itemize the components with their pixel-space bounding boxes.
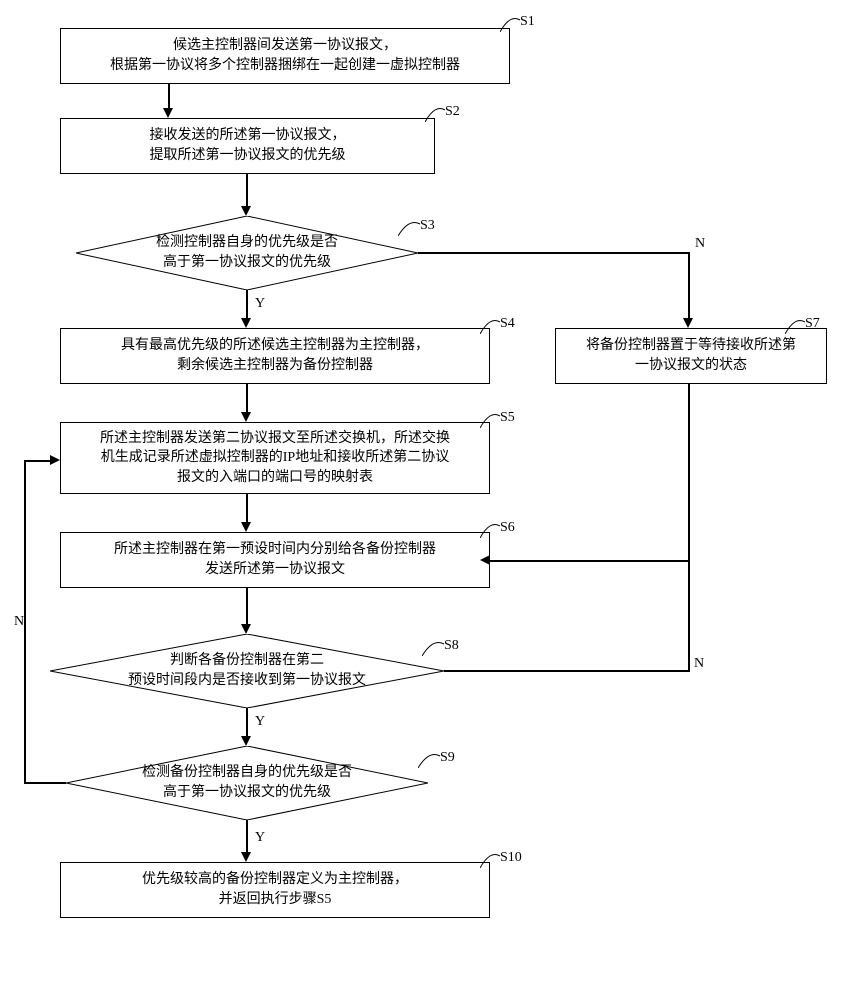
step-s5-text: 所述主控制器发送第二协议报文至所述交换机，所述交换 机生成记录所述虚拟控制器的I… bbox=[100, 429, 450, 488]
step-s8-text: 判断各备份控制器在第二 预设时间段内是否接收到第一协议报文 bbox=[128, 651, 366, 690]
step-s6-text: 所述主控制器在第一预设时间内分别给各备份控制器 发送所述第一协议报文 bbox=[114, 540, 436, 579]
tick-s4 bbox=[480, 316, 500, 334]
step-s10-label: S10 bbox=[500, 850, 522, 866]
arrowhead-s2-s3 bbox=[241, 206, 251, 216]
arrow-s8-no-v bbox=[688, 560, 690, 672]
arrow-s1-s2 bbox=[168, 84, 170, 110]
step-s3-text: 检测控制器自身的优先级是否 高于第一协议报文的优先级 bbox=[156, 233, 338, 272]
arrow-s5-s6 bbox=[246, 494, 248, 524]
tick-s6 bbox=[480, 520, 500, 538]
step-s5-box: 所述主控制器发送第二协议报文至所述交换机，所述交换 机生成记录所述虚拟控制器的I… bbox=[60, 422, 490, 494]
tick-s2 bbox=[425, 104, 445, 122]
step-s4-label: S4 bbox=[500, 316, 515, 332]
arrow-s6-s8 bbox=[246, 588, 248, 626]
step-s6-label: S6 bbox=[500, 520, 515, 536]
arrow-s3-yes bbox=[246, 290, 248, 320]
arrow-s2-s3 bbox=[246, 174, 248, 208]
step-s2-label: S2 bbox=[445, 104, 460, 120]
arrow-s7-s6-v bbox=[688, 384, 690, 560]
arrowhead-s4-s5 bbox=[241, 412, 251, 422]
arrow-s3-no-h bbox=[418, 252, 688, 254]
step-s4-box: 具有最高优先级的所述候选主控制器为主控制器， 剩余候选主控制器为备份控制器 bbox=[60, 328, 490, 384]
arrowhead-s6-s8 bbox=[241, 624, 251, 634]
tick-s3 bbox=[398, 218, 420, 236]
step-s2-text: 接收发送的所述第一协议报文， 提取所述第一协议报文的优先级 bbox=[150, 126, 346, 165]
label-s8-yes: Y bbox=[255, 714, 265, 730]
arrowhead-s3-no bbox=[683, 318, 693, 328]
arrow-s9-no-h2 bbox=[24, 460, 50, 462]
step-s7-label: S7 bbox=[805, 316, 820, 332]
arrowhead-s9-no bbox=[50, 455, 60, 465]
arrow-s7-s6-h bbox=[490, 560, 689, 562]
step-s1-text: 候选主控制器间发送第一协议报文， 根据第一协议将多个控制器捆绑在一起创建一虚拟控… bbox=[110, 36, 460, 75]
label-s3-no: N bbox=[695, 236, 705, 252]
step-s7-box: 将备份控制器置于等待接收所述第 一协议报文的状态 bbox=[555, 328, 827, 384]
step-s10-box: 优先级较高的备份控制器定义为主控制器， 并返回执行步骤S5 bbox=[60, 862, 490, 918]
arrow-s4-s5 bbox=[246, 384, 248, 414]
tick-s9 bbox=[418, 750, 440, 768]
step-s8-label: S8 bbox=[444, 638, 459, 654]
arrowhead-s3-yes bbox=[241, 318, 251, 328]
step-s2-box: 接收发送的所述第一协议报文， 提取所述第一协议报文的优先级 bbox=[60, 118, 435, 174]
arrowhead-s1-s2 bbox=[163, 108, 173, 118]
step-s8-diamond: 判断各备份控制器在第二 预设时间段内是否接收到第一协议报文 bbox=[50, 634, 444, 708]
step-s9-label: S9 bbox=[440, 750, 455, 766]
arrowhead-s8-yes bbox=[241, 736, 251, 746]
label-s9-yes: Y bbox=[255, 830, 265, 846]
step-s7-text: 将备份控制器置于等待接收所述第 一协议报文的状态 bbox=[586, 336, 796, 375]
tick-s7 bbox=[785, 316, 805, 334]
flowchart-container: 候选主控制器间发送第一协议报文， 根据第一协议将多个控制器捆绑在一起创建一虚拟控… bbox=[0, 0, 846, 1000]
arrow-s9-no-h bbox=[24, 782, 66, 784]
arrowhead-s7-s6 bbox=[480, 555, 490, 565]
step-s5-label: S5 bbox=[500, 410, 515, 426]
arrow-s8-no-h bbox=[444, 670, 689, 672]
label-s8-no: N bbox=[694, 656, 704, 672]
step-s1-label: S1 bbox=[520, 14, 535, 30]
step-s4-text: 具有最高优先级的所述候选主控制器为主控制器， 剩余候选主控制器为备份控制器 bbox=[121, 336, 429, 375]
tick-s10 bbox=[480, 850, 500, 868]
arrowhead-s9-yes bbox=[241, 852, 251, 862]
arrow-s8-yes bbox=[246, 708, 248, 738]
arrow-s9-no-v bbox=[24, 460, 26, 783]
label-s3-yes: Y bbox=[255, 296, 265, 312]
tick-s8 bbox=[422, 638, 444, 656]
tick-s1 bbox=[500, 14, 520, 32]
step-s9-text: 检测备份控制器自身的优先级是否 高于第一协议报文的优先级 bbox=[142, 763, 352, 802]
arrowhead-s5-s6 bbox=[241, 522, 251, 532]
step-s3-label: S3 bbox=[420, 218, 435, 234]
label-s9-no: N bbox=[14, 614, 24, 630]
arrow-s9-yes bbox=[246, 820, 248, 854]
tick-s5 bbox=[480, 410, 500, 428]
step-s6-box: 所述主控制器在第一预设时间内分别给各备份控制器 发送所述第一协议报文 bbox=[60, 532, 490, 588]
arrow-s3-no-v bbox=[688, 252, 690, 320]
step-s1-box: 候选主控制器间发送第一协议报文， 根据第一协议将多个控制器捆绑在一起创建一虚拟控… bbox=[60, 28, 510, 84]
step-s10-text: 优先级较高的备份控制器定义为主控制器， 并返回执行步骤S5 bbox=[142, 870, 408, 909]
step-s9-diamond: 检测备份控制器自身的优先级是否 高于第一协议报文的优先级 bbox=[66, 746, 428, 820]
step-s3-diamond: 检测控制器自身的优先级是否 高于第一协议报文的优先级 bbox=[76, 216, 418, 290]
